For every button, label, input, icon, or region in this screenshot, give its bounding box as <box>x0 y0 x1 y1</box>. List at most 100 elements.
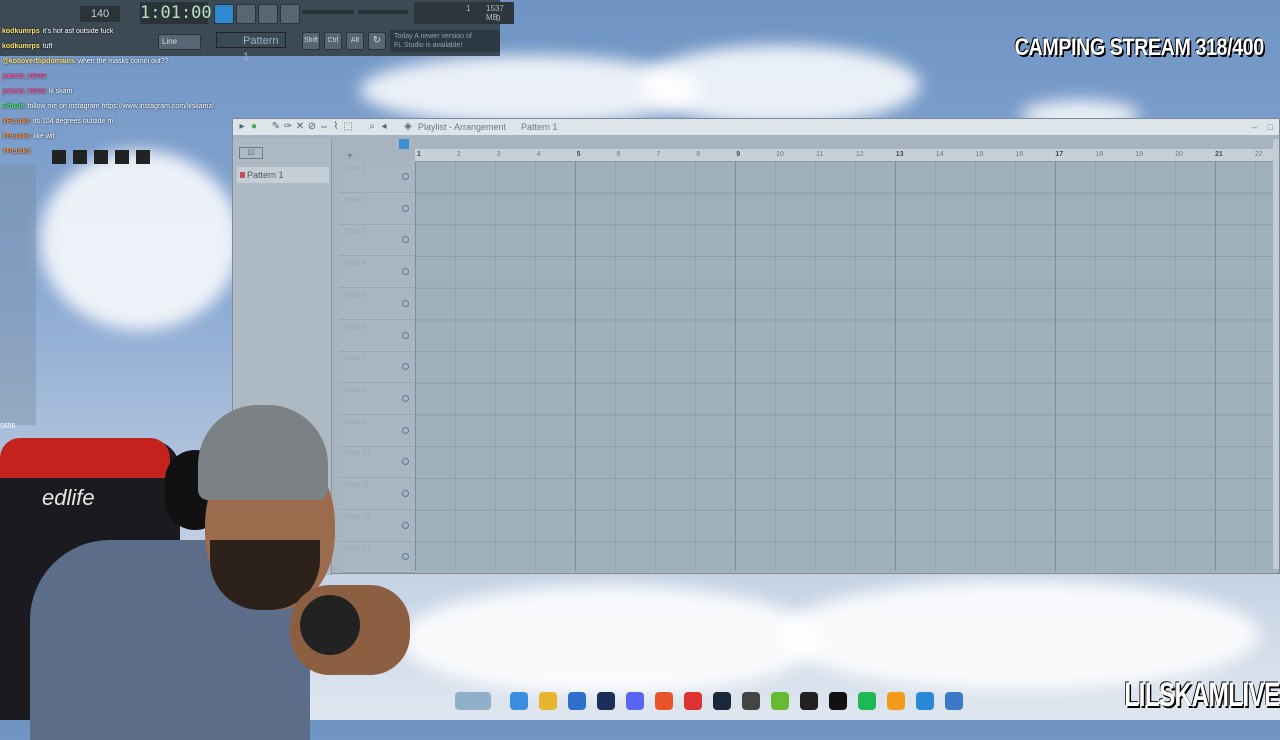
azure-icon[interactable] <box>916 692 934 710</box>
master-volume-slider[interactable] <box>302 10 354 14</box>
paint-tool-icon[interactable]: ✑ <box>283 122 293 132</box>
track-mute-icon[interactable] <box>402 268 409 276</box>
track-header[interactable]: Track 4 <box>339 256 415 289</box>
chat-text: like wtf <box>33 133 55 140</box>
chat-username[interactable]: YPLurks <box>2 133 30 140</box>
timeline-ruler[interactable]: 1 2 3 4 5 6 7 8 9 10 11 12 13 14 15 16 17 18 19 20 21 22 <box>415 149 1273 161</box>
steam-icon[interactable] <box>713 692 731 710</box>
alt-button[interactable]: Alt <box>346 32 364 50</box>
minimize-button[interactable]: – <box>1252 119 1257 135</box>
speaker-icon[interactable]: ◈ <box>403 122 413 132</box>
pattern-mode-button[interactable] <box>214 4 234 24</box>
track-label: Track 1 <box>343 165 367 172</box>
playlist-pattern-label[interactable]: Pattern 1 <box>521 119 558 135</box>
track-header[interactable]: Track 5 <box>339 288 415 320</box>
track-header[interactable]: Track 7 <box>339 351 415 384</box>
snap-icon[interactable] <box>399 139 409 149</box>
track-header[interactable]: Track 2 <box>339 193 415 225</box>
ctrl-button[interactable]: Ctrl <box>324 32 342 50</box>
track-header[interactable]: Track 1 <box>339 161 415 193</box>
chat-username[interactable]: yamah_f3332 <box>2 73 46 80</box>
notepad-icon[interactable] <box>945 692 963 710</box>
chat-username[interactable]: BotBis <box>2 103 25 110</box>
slice-tool-icon[interactable]: ⌇ <box>331 122 341 132</box>
chat-text: when the masks comin out?? <box>77 58 169 65</box>
chat-username[interactable]: kodkumrps <box>2 28 40 35</box>
stream-brand: LILSKAMLIVE <box>1124 676 1280 714</box>
record-icon[interactable]: ● <box>249 122 259 132</box>
bar-number: 2 <box>456 151 461 158</box>
picker-pattern-item[interactable]: Pattern 1 <box>237 167 329 183</box>
track-label: Track 6 <box>343 323 367 331</box>
track-mute-icon[interactable] <box>402 299 409 307</box>
picker-toggle-icon[interactable]: Ш <box>239 147 263 159</box>
track-header[interactable]: Track 3 <box>339 224 415 257</box>
track-mute-icon[interactable] <box>402 363 409 371</box>
tempo-display[interactable]: 140 <box>80 6 120 22</box>
brave-icon[interactable] <box>655 692 673 710</box>
news-panel[interactable]: Today A newer version of FL Studio is av… <box>390 30 500 52</box>
chat-username[interactable]: YPLurks <box>2 148 30 155</box>
webcam-feed: edlife <box>0 400 420 740</box>
track-mute-icon[interactable] <box>402 173 409 180</box>
app-icon[interactable] <box>742 692 760 710</box>
delete-tool-icon[interactable]: ✕ <box>295 122 305 132</box>
mute-tool-icon[interactable]: ⊘ <box>307 122 317 132</box>
folder-icon[interactable] <box>539 692 557 710</box>
master-pitch-slider[interactable] <box>358 10 408 14</box>
playback-tool-icon[interactable]: ◂ <box>379 122 389 132</box>
emote-icon <box>136 150 150 164</box>
stream-title: CAMPING STREAM 318/400 <box>1014 34 1264 61</box>
recorder-icon[interactable] <box>684 692 702 710</box>
chrome-icon[interactable] <box>510 692 528 710</box>
file-explorer-icon[interactable] <box>455 692 491 710</box>
play-arrow-icon[interactable]: ▸ <box>237 122 247 132</box>
bar-number: 9 <box>736 151 741 158</box>
winrar-icon[interactable] <box>771 692 789 710</box>
taskbar <box>455 688 975 714</box>
chat-username[interactable]: @kollovertlipdomains <box>2 58 75 65</box>
chat-username[interactable]: yamah_f3332 <box>2 88 46 95</box>
chat-text: follow me on instagram https://www.insta… <box>27 103 214 110</box>
bar-number: 8 <box>696 151 701 158</box>
track-label: Track 3 <box>343 228 367 236</box>
bar-number: 18 <box>1095 151 1104 158</box>
cpu-value: 1 <box>466 4 471 13</box>
maximize-button[interactable]: □ <box>1268 119 1273 135</box>
cpu-memory-display: 1 1537 MB 0 <box>414 2 514 24</box>
bar-number: 14 <box>935 151 944 158</box>
shift-button[interactable]: Shift <box>302 32 320 50</box>
zoom-tool-icon[interactable]: ⌕ <box>367 122 377 132</box>
track-header[interactable]: Track 6 <box>339 320 415 352</box>
stream-counter: 5656 <box>0 423 16 430</box>
select-tool-icon[interactable]: ⬚ <box>343 122 353 132</box>
capcut-icon[interactable] <box>829 692 847 710</box>
photoshop-icon[interactable] <box>597 692 615 710</box>
fl-studio-icon[interactable] <box>887 692 905 710</box>
bar-number: 12 <box>855 151 864 158</box>
logitech-icon[interactable] <box>800 692 818 710</box>
discord-icon[interactable] <box>626 692 644 710</box>
news-line: Today A newer version of <box>394 33 472 40</box>
draw-tool-icon[interactable]: ✎ <box>271 122 281 132</box>
loop-button[interactable] <box>258 4 278 24</box>
track-mute-icon[interactable] <box>402 204 409 212</box>
store-icon[interactable] <box>568 692 586 710</box>
chat-username[interactable]: kodkumrps <box>2 43 40 50</box>
cloud <box>640 45 920 125</box>
bar-number: 22 <box>1254 151 1263 158</box>
playlist-grid[interactable] <box>415 161 1273 571</box>
slip-tool-icon[interactable]: ⇔ <box>319 122 329 132</box>
spotify-icon[interactable] <box>858 692 876 710</box>
song-mode-button[interactable] <box>236 4 256 24</box>
vertical-scrollbar[interactable] <box>1273 139 1279 569</box>
refresh-icon[interactable]: ↻ <box>368 32 386 50</box>
bar-number: 20 <box>1175 151 1183 158</box>
polyphony-value: 0 <box>496 14 501 23</box>
chat-message: kodkumrps tuff <box>2 43 272 58</box>
record-button[interactable] <box>280 4 300 24</box>
playlist-titlebar[interactable]: ▸ ● ✎ ✑ ✕ ⊘ ⇔ ⌇ ⬚ ⌕ ◂ ◈ Playlist - Arran… <box>233 119 1279 135</box>
track-mute-icon[interactable] <box>402 236 409 244</box>
track-mute-icon[interactable] <box>402 331 409 339</box>
chat-username[interactable]: YFLurks <box>2 118 30 125</box>
